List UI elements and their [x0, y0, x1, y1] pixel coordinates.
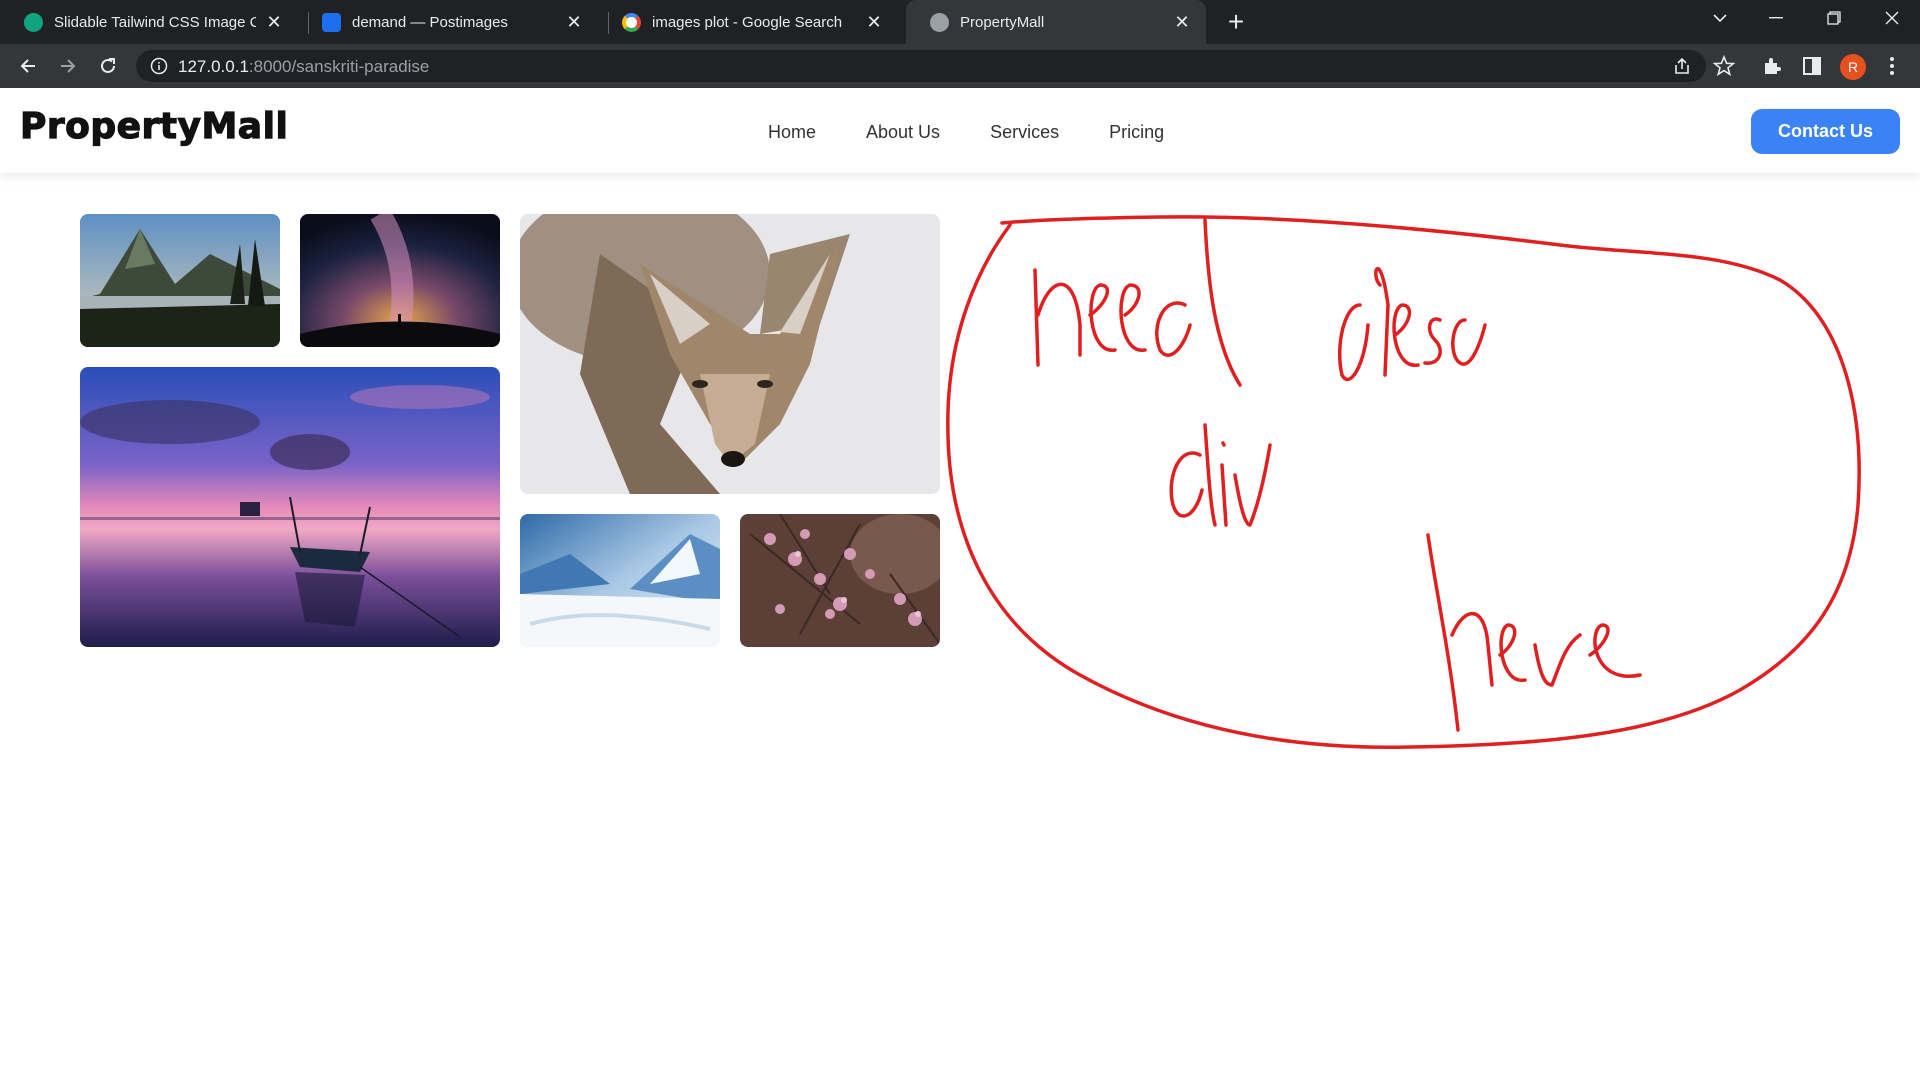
close-tab-icon[interactable]: ✕ [1172, 12, 1192, 32]
back-icon[interactable] [12, 50, 44, 82]
browser-tab-3[interactable]: images plot - Google Search ✕ [598, 0, 898, 44]
close-tab-icon[interactable]: ✕ [564, 12, 584, 32]
share-icon[interactable] [1672, 56, 1692, 76]
postimages-icon [322, 12, 341, 32]
handwritten-annotation [946, 215, 1861, 749]
info-icon[interactable] [150, 57, 168, 75]
tab-title: images plot - Google Search [652, 13, 843, 31]
restore-icon[interactable] [1806, 0, 1862, 36]
forward-icon[interactable] [52, 50, 84, 82]
address-bar[interactable]: 127.0.0.1:8000/sanskriti-paradise [136, 50, 1706, 82]
gallery-image-sunset-boat[interactable] [80, 367, 500, 647]
browser-tab-strip: Slidable Tailwind CSS Image Caro ✕ deman… [0, 0, 1920, 44]
url-text: 127.0.0.1:8000/sanskriti-paradise [178, 57, 429, 77]
gallery-image-snowy-mountains[interactable] [520, 514, 720, 647]
google-icon [622, 12, 641, 32]
handwritten-here [1426, 533, 1642, 732]
tab-title: demand — Postimages [352, 13, 508, 31]
gallery-image-coyote[interactable] [520, 214, 940, 494]
url-path: :8000/sanskriti-paradise [248, 57, 430, 76]
site-navbar: PropertyMall Home About Us Services Pric… [0, 88, 1920, 173]
brand-logo[interactable]: PropertyMall [19, 105, 288, 147]
nav-link-home[interactable]: Home [768, 122, 816, 143]
annotation-outline [946, 215, 1861, 749]
handwritten-need [1033, 218, 1242, 387]
globe-icon [930, 12, 949, 32]
minimize-icon[interactable] [1748, 0, 1804, 36]
menu-kebab-icon[interactable] [1880, 54, 1904, 78]
browser-tab-1[interactable]: Slidable Tailwind CSS Image Caro ✕ [0, 0, 298, 44]
close-tab-icon[interactable]: ✕ [864, 12, 884, 32]
close-window-icon[interactable] [1864, 0, 1920, 36]
browser-toolbar: 127.0.0.1:8000/sanskriti-paradise R [0, 44, 1920, 88]
handwritten-div [1169, 423, 1272, 527]
contact-us-button[interactable]: Contact Us [1751, 109, 1900, 154]
tab-title: PropertyMall [960, 13, 1045, 31]
gallery-image-milky-way[interactable] [300, 214, 500, 347]
tab-search-icon[interactable] [1692, 0, 1748, 36]
new-tab-button[interactable]: + [1220, 6, 1252, 38]
close-tab-icon[interactable]: ✕ [264, 12, 284, 32]
tab-title: Slidable Tailwind CSS Image Caro [54, 13, 256, 31]
nav-link-pricing[interactable]: Pricing [1109, 122, 1164, 143]
handwritten-desc [1337, 266, 1487, 382]
gallery-image-pink-blossoms[interactable] [740, 514, 940, 647]
browser-tab-4-active[interactable]: PropertyMall ✕ [906, 0, 1206, 44]
profile-avatar[interactable]: R [1840, 54, 1866, 80]
nav-link-about[interactable]: About Us [866, 122, 940, 143]
url-host: 127.0.0.1 [178, 57, 249, 76]
extensions-icon[interactable] [1760, 54, 1784, 78]
chatgpt-icon [24, 12, 43, 32]
gallery-image-mountain-lake[interactable] [80, 214, 280, 347]
nav-link-services[interactable]: Services [990, 122, 1059, 143]
side-panel-icon[interactable] [1800, 54, 1824, 78]
main-nav: Home About Us Services Pricing [768, 122, 1214, 143]
browser-tab-2[interactable]: demand — Postimages ✕ [298, 0, 598, 44]
bookmark-star-icon[interactable] [1712, 54, 1736, 78]
reload-icon[interactable] [92, 50, 124, 82]
